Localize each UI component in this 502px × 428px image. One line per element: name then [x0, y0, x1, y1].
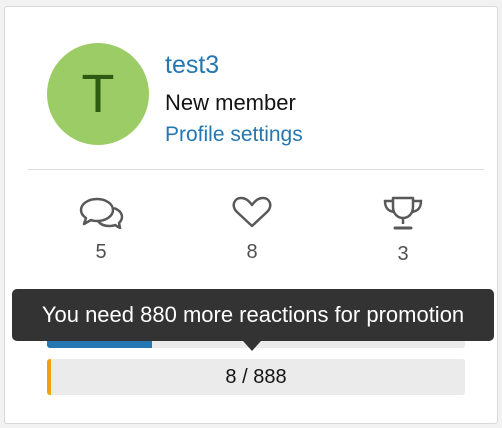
stat-trophies[interactable]: 3: [363, 195, 443, 266]
heart-icon: [232, 196, 272, 228]
promotion-tooltip: You need 880 more reactions for promotio…: [12, 289, 494, 341]
stat-messages[interactable]: 5: [61, 195, 141, 264]
speech-bubbles-icon: [79, 197, 124, 229]
tooltip-text: You need 880 more reactions for promotio…: [41, 302, 465, 327]
avatar-letter: T: [81, 64, 115, 124]
profile-settings-link[interactable]: Profile settings: [165, 123, 303, 147]
member-card: T test3 New member Profile settings 5 8 …: [4, 6, 498, 424]
trophy-icon: [383, 196, 423, 230]
reaction-progress-bar[interactable]: 8 / 888: [47, 359, 465, 395]
user-title: New member: [165, 90, 296, 115]
username-link[interactable]: test3: [165, 51, 219, 80]
tooltip-arrow: [243, 341, 261, 351]
divider: [28, 169, 484, 170]
reaction-progress-label: 8 / 888: [225, 365, 287, 388]
trophies-count: 3: [397, 243, 409, 265]
reactions-count: 8: [246, 241, 258, 263]
stat-reactions[interactable]: 8: [212, 195, 292, 264]
avatar[interactable]: T: [47, 43, 149, 145]
messages-count: 5: [95, 241, 107, 263]
